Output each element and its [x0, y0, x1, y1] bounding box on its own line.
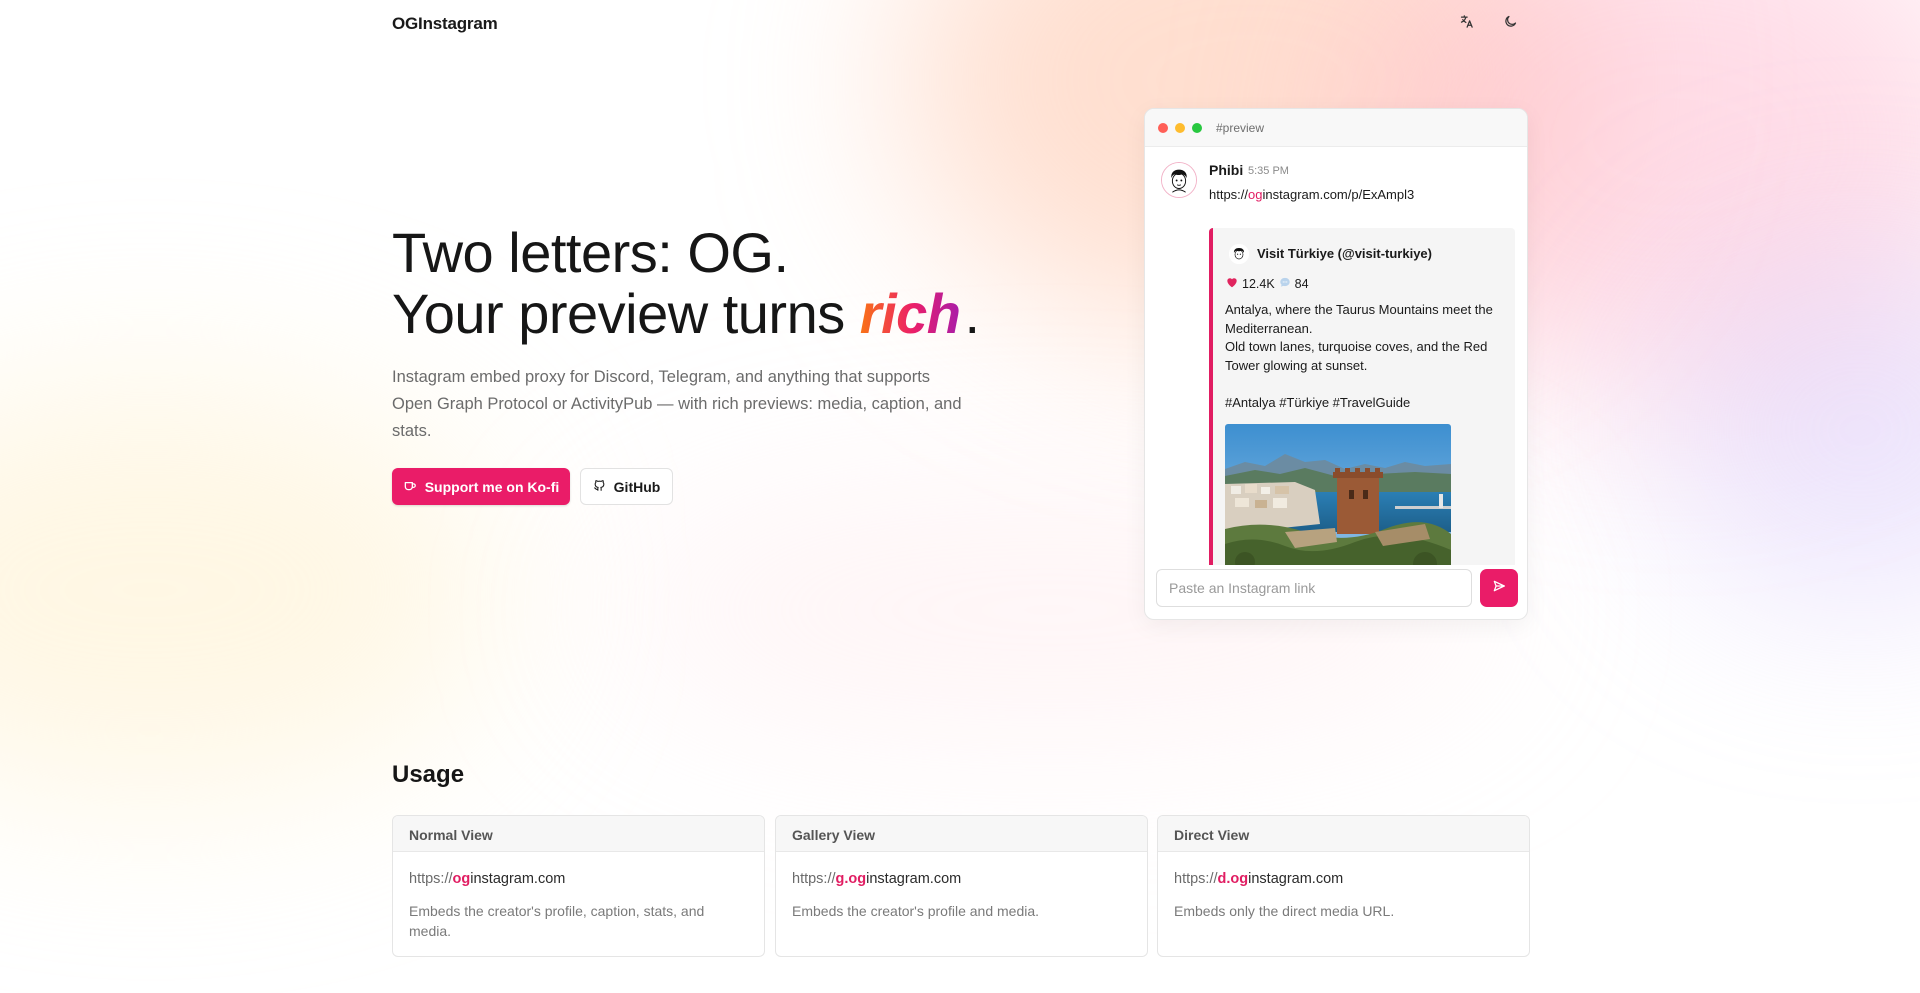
- url-domain: instagram.com: [470, 871, 566, 887]
- channel-name: #preview: [1216, 121, 1265, 135]
- caption-line: Old town lanes, turquoise coves, and the…: [1225, 339, 1488, 373]
- usage-card-description: Embeds the creator's profile and media.: [792, 903, 1040, 919]
- embed-stats: 12.4K 84: [1225, 275, 1309, 292]
- coffee-cup-icon: [403, 478, 417, 495]
- message-link[interactable]: https://oginstagram.com/p/ExAmpl3: [1209, 187, 1414, 202]
- usage-card-direct-view: Direct View https://d.oginstagram.com Em…: [1157, 815, 1530, 957]
- github-button[interactable]: GitHub: [580, 468, 673, 505]
- send-button[interactable]: [1480, 569, 1518, 607]
- moon-icon: [1503, 14, 1518, 34]
- url-highlight: d.og: [1217, 871, 1249, 887]
- window-maximize-dot: [1192, 123, 1202, 133]
- heart-icon: [1225, 275, 1239, 292]
- github-button-label: GitHub: [613, 478, 661, 495]
- translate-icon: [1459, 14, 1474, 34]
- usage-card-url[interactable]: https://oginstagram.com: [409, 871, 565, 887]
- hero-title-suffix: .: [964, 282, 981, 345]
- hero-title: Two letters: OG. Your preview turns rich…: [392, 222, 980, 344]
- hero-subtitle: Instagram embed proxy for Discord, Teleg…: [392, 368, 962, 440]
- embed-media-image[interactable]: [1225, 424, 1451, 565]
- theme-toggle-button[interactable]: [1495, 10, 1525, 38]
- url-prefix: https://: [1174, 871, 1218, 887]
- message-link-highlight: og: [1248, 187, 1263, 202]
- hero-title-highlight: rich: [860, 282, 965, 345]
- usage-card-title: Normal View: [393, 816, 764, 852]
- github-icon: [593, 479, 606, 495]
- url-prefix: https://: [409, 871, 453, 887]
- speech-bubble-icon: [1278, 275, 1292, 292]
- window-minimize-dot: [1175, 123, 1185, 133]
- embed-author-avatar: [1229, 244, 1249, 264]
- message-link-suffix: instagram.com/p/ExAmpl3: [1262, 187, 1415, 202]
- usage-card-title: Direct View: [1158, 816, 1529, 852]
- message-area[interactable]: Phibi 5:35 PM https://oginstagram.com/p/…: [1145, 147, 1527, 565]
- language-button[interactable]: [1451, 10, 1481, 38]
- url-domain: instagram.com: [1248, 871, 1344, 887]
- hero-title-line1: Two letters: OG.: [392, 221, 789, 284]
- send-icon: [1492, 579, 1506, 598]
- message-username[interactable]: Phibi: [1209, 162, 1243, 178]
- usage-card-gallery-view: Gallery View https://g.oginstagram.com E…: [775, 815, 1148, 957]
- comments-count: 84: [1294, 276, 1309, 291]
- embed-caption: Antalya, where the Taurus Mountains meet…: [1225, 301, 1507, 412]
- kofi-button-label: Support me on Ko-fi: [424, 478, 560, 495]
- message-link-prefix: https://: [1209, 187, 1249, 202]
- usage-card-title: Gallery View: [776, 816, 1147, 852]
- caption-line: Antalya, where the Taurus Mountains meet…: [1225, 302, 1493, 336]
- preview-window: #preview Phibi 5:35 PM https://oginstagr…: [1144, 108, 1528, 620]
- url-highlight: g.og: [835, 871, 867, 887]
- user-avatar: [1161, 162, 1197, 198]
- embed-author-name[interactable]: Visit Türkiye (@visit-turkiye): [1257, 246, 1432, 261]
- rich-embed-card: Visit Türkiye (@visit-turkiye) 12.4K 84 …: [1209, 228, 1515, 565]
- caption-line: [1225, 375, 1507, 394]
- kofi-support-button[interactable]: Support me on Ko-fi: [392, 468, 570, 505]
- instagram-link-input[interactable]: [1156, 569, 1472, 607]
- url-highlight: og: [452, 871, 471, 887]
- caption-line: #Antalya #Türkiye #TravelGuide: [1225, 394, 1411, 410]
- url-domain: instagram.com: [866, 871, 962, 887]
- usage-card-url[interactable]: https://d.oginstagram.com: [1174, 871, 1343, 887]
- message-timestamp: 5:35 PM: [1248, 165, 1289, 177]
- usage-card-url[interactable]: https://g.oginstagram.com: [792, 871, 961, 887]
- usage-card-normal-view: Normal View https://oginstagram.com Embe…: [392, 815, 765, 957]
- preview-titlebar: #preview: [1145, 109, 1527, 147]
- hero-title-line2: Your preview turns: [392, 282, 860, 345]
- window-close-dot: [1158, 123, 1168, 133]
- usage-card-description: Embeds the creator's profile, caption, s…: [409, 903, 705, 939]
- site-header: OGInstagram: [392, 0, 1528, 48]
- usage-heading: Usage: [392, 761, 465, 788]
- page-container: OGInstagram Two letters: OG. Your previe…: [392, 0, 1530, 993]
- site-logo[interactable]: OGInstagram: [392, 14, 498, 34]
- likes-count: 12.4K: [1242, 276, 1275, 291]
- url-prefix: https://: [792, 871, 836, 887]
- usage-card-description: Embeds only the direct media URL.: [1174, 903, 1395, 919]
